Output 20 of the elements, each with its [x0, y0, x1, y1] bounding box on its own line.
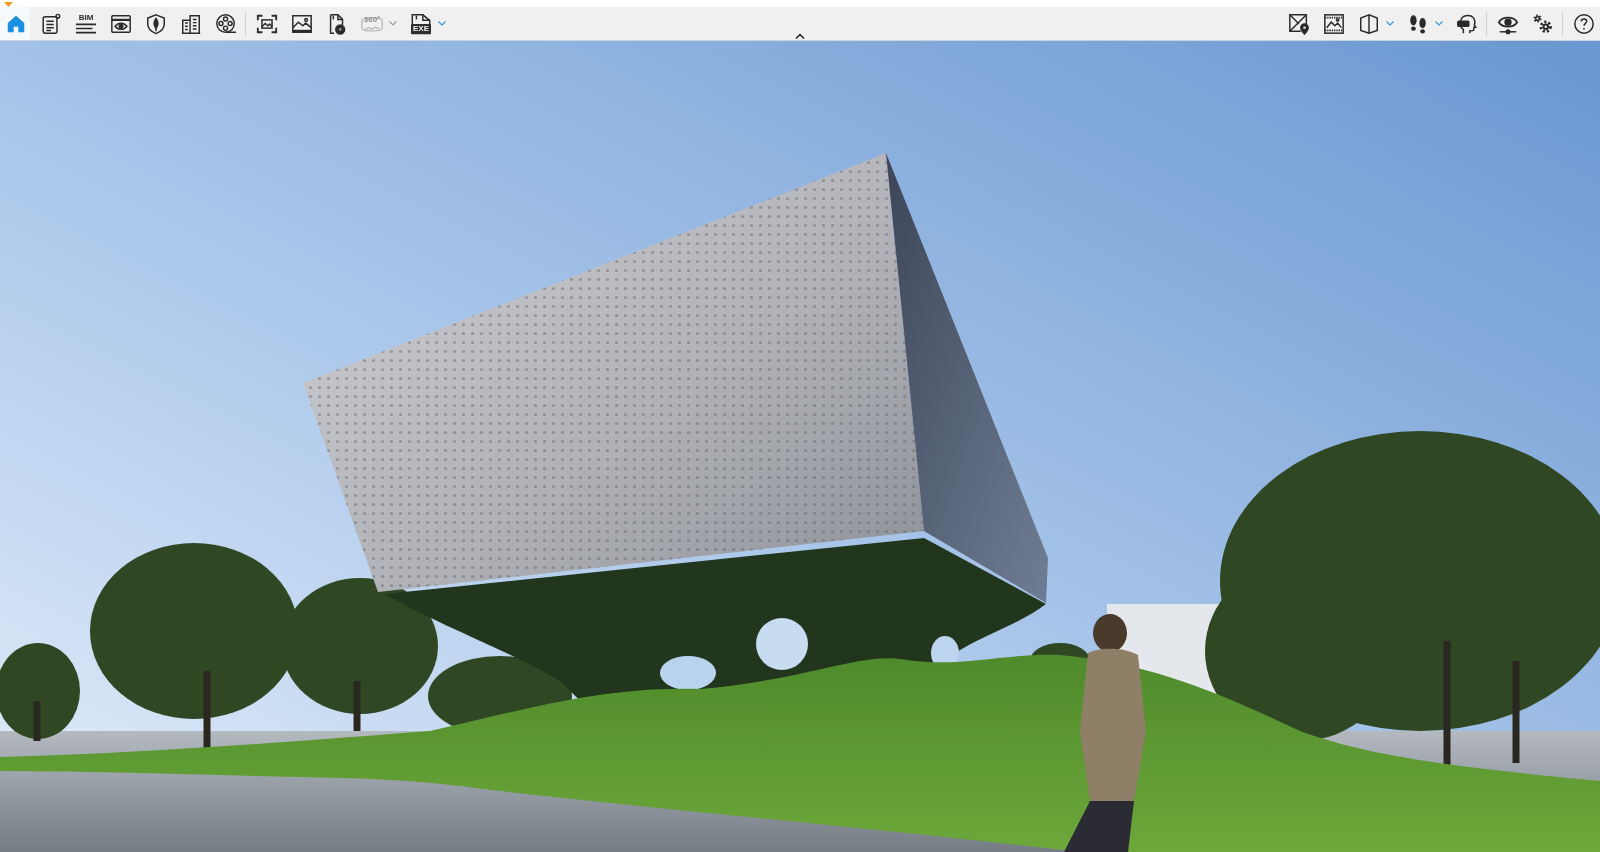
chevron-up-icon: [795, 33, 805, 39]
panorama-icon: [1323, 12, 1345, 35]
settings-icon: [1532, 12, 1554, 35]
bim-button[interactable]: BIM: [70, 7, 100, 40]
building-icon: [180, 12, 202, 35]
image-icon: [291, 12, 313, 35]
notepad-icon: [40, 12, 62, 35]
home-button[interactable]: [0, 7, 30, 40]
lines-icon: [75, 22, 97, 34]
help-icon: [1573, 12, 1595, 35]
image-frame-icon: [256, 12, 278, 35]
map-pin-icon: [1288, 12, 1310, 35]
shield-icon: [145, 12, 167, 35]
window-eye-icon: [110, 12, 132, 35]
collapse-toggle[interactable]: [795, 33, 805, 39]
cube-icon: [1358, 12, 1380, 35]
footprints-icon: [1407, 12, 1429, 35]
export-button[interactable]: EXE: [405, 7, 449, 40]
film-reel-icon: [215, 12, 237, 35]
vr-headset-icon: [1456, 12, 1478, 35]
